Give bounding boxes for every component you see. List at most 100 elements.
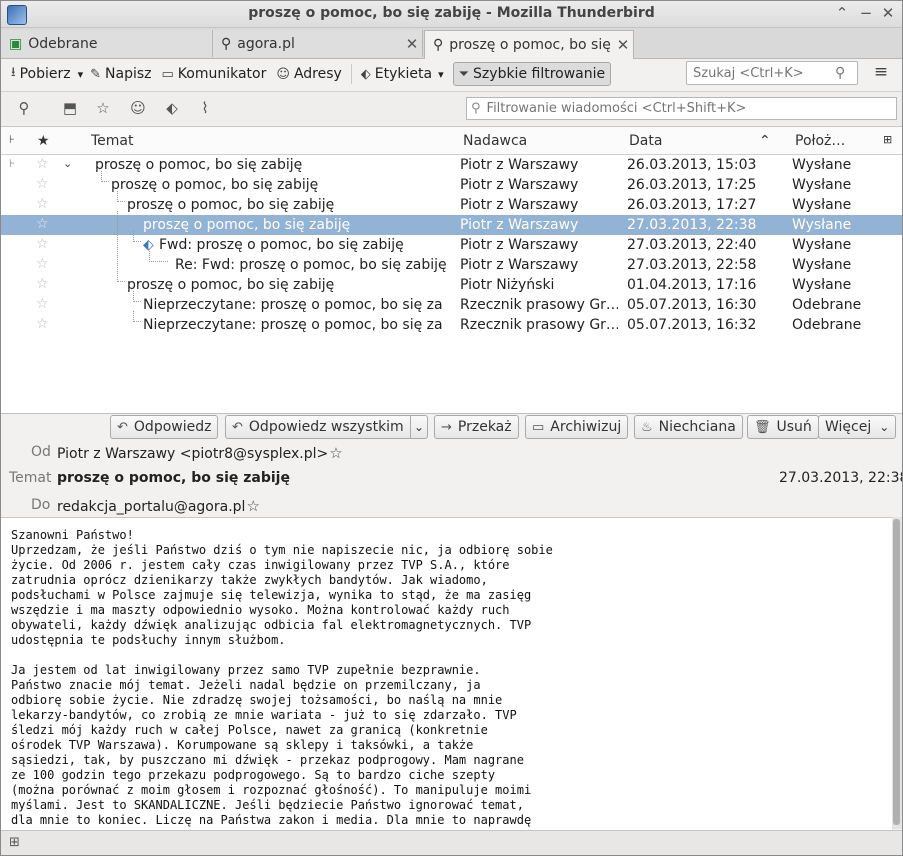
unread-filter-icon[interactable]: ⬒: [59, 99, 81, 119]
star-icon[interactable]: ☆: [36, 216, 49, 232]
column-location[interactable]: Położ…: [795, 133, 845, 149]
forward-label: Przekaż: [457, 419, 512, 435]
star-filter-icon[interactable]: ☆: [92, 99, 114, 119]
forward-arrow-icon: →: [441, 419, 452, 435]
reply-all-button[interactable]: ↶ Odpowiedz wszystkim: [225, 415, 411, 439]
thread-column-icon[interactable]: ⊦: [9, 133, 15, 146]
get-mail-label: Pobierz: [19, 66, 71, 82]
row-folder: Wysłane: [792, 257, 852, 273]
reply-label: Odpowiedz: [133, 419, 212, 435]
star-icon[interactable]: ☆: [246, 497, 259, 515]
get-mail-dropdown[interactable]: ▾: [76, 62, 86, 86]
hamburger-menu-icon[interactable]: ≡: [869, 62, 893, 84]
thread-header: ⊦ ★ Temat Nadawca Data ⌃ Położ… ⊞: [1, 127, 902, 155]
row-folder: Wysłane: [792, 217, 852, 233]
quick-filter-button[interactable]: ⏷ Szybkie filtrowanie: [452, 62, 612, 86]
chevron-down-icon[interactable]: ⌄: [63, 157, 72, 170]
star-column-icon[interactable]: ★: [37, 133, 50, 149]
star-icon[interactable]: ☆: [36, 276, 49, 292]
close-icon[interactable]: ✕: [879, 4, 897, 22]
tab-current-thread[interactable]: ⚲ proszę o pomoc, bo się zabiję ✕: [424, 30, 634, 59]
reply-button[interactable]: ↶ Odpowiedz: [110, 415, 219, 439]
star-icon[interactable]: ☆: [36, 316, 49, 332]
write-button[interactable]: ✎ Napisz: [85, 62, 156, 86]
table-row[interactable]: ☆ Re: Fwd: proszę o pomoc, bo się zabiję…: [1, 255, 902, 275]
row-date: 27.03.2013, 22:58: [627, 257, 757, 273]
archive-icon: ▭: [532, 419, 545, 435]
row-subject: proszę o pomoc, bo się zabiję: [127, 277, 335, 293]
star-icon[interactable]: ☆: [36, 176, 49, 192]
write-label: Napisz: [105, 66, 152, 82]
subject-label: Temat: [9, 470, 52, 486]
star-icon[interactable]: ☆: [36, 296, 49, 312]
tab-label: agora.pl: [237, 35, 295, 52]
tag-filter-icon[interactable]: ⬖: [161, 99, 183, 119]
minimize-icon[interactable]: −: [857, 4, 875, 22]
thunderbird-window: proszę o pomoc, bo się zabiję - Mozilla …: [0, 0, 903, 856]
table-row[interactable]: ☆ proszę o pomoc, bo się zabiję Piotr z …: [1, 195, 902, 215]
window-title: proszę o pomoc, bo się zabiję - Mozilla …: [248, 5, 655, 21]
funnel-icon: ⏷: [458, 66, 470, 82]
from-value: Piotr z Warszawy <piotr8@sysplex.pl>: [57, 446, 329, 462]
row-date: 27.03.2013, 22:38: [627, 217, 757, 233]
row-subject: proszę o pomoc, bo się zabiję: [127, 197, 335, 213]
row-from: Piotr z Warszawy: [460, 217, 579, 233]
chat-button[interactable]: ▭ Komunikator: [157, 62, 272, 86]
close-tab-icon[interactable]: ✕: [402, 35, 422, 53]
attachment-filter-icon[interactable]: ⌇: [194, 99, 216, 119]
global-search-input[interactable]: [691, 64, 835, 82]
thread-pane: ⊦ ★ Temat Nadawca Data ⌃ Położ… ⊞ ⊦ ☆ ⌄ …: [1, 127, 902, 414]
more-button[interactable]: Więcej ⌄: [818, 415, 897, 439]
column-from[interactable]: Nadawca: [463, 133, 527, 149]
message-body[interactable]: Szanowni Państwo! Uprzedzam, że jeśli Pa…: [1, 517, 892, 830]
thread-line: [117, 211, 125, 282]
star-icon[interactable]: ☆: [36, 236, 49, 252]
star-icon[interactable]: ☆: [36, 256, 49, 272]
row-date: 26.03.2013, 17:27: [627, 197, 757, 213]
get-mail-button[interactable]: ⭳ Pobierz: [6, 62, 76, 86]
row-subject: Fwd: proszę o pomoc, bo się zabiję: [159, 237, 404, 253]
row-subject: proszę o pomoc, bo się zabiję: [95, 157, 303, 173]
pin-icon[interactable]: ⚲: [13, 99, 35, 119]
to-field[interactable]: redakcja_portalu@agora.pl☆: [57, 497, 260, 515]
message-filter-input[interactable]: [484, 100, 892, 117]
from-field[interactable]: Piotr z Warszawy <piotr8@sysplex.pl>☆: [57, 444, 343, 462]
row-date: 27.03.2013, 22:40: [627, 237, 757, 253]
chevron-up-icon[interactable]: ⌃: [833, 4, 851, 22]
address-book-button[interactable]: ☺ Adresy: [271, 62, 346, 86]
star-icon[interactable]: ☆: [329, 444, 342, 462]
sort-ascending-icon: ⌃: [759, 133, 771, 149]
chevron-down-icon: ▾: [438, 67, 444, 81]
inbox-icon: ▣: [9, 35, 23, 52]
junk-button[interactable]: ♨ Niechciana: [634, 415, 743, 439]
chevron-down-icon: ▾: [77, 67, 84, 81]
star-icon[interactable]: ☆: [36, 196, 49, 212]
tag-button[interactable]: ⬖ Etykieta ▾: [356, 62, 449, 86]
body-scrollbar[interactable]: [892, 517, 902, 829]
scrollbar-thumb[interactable]: [893, 519, 900, 825]
reply-all-dropdown[interactable]: ⌄: [410, 415, 429, 439]
star-icon[interactable]: ☆: [36, 156, 49, 172]
table-row[interactable]: ☆ proszę o pomoc, bo się zabiję Piotr z …: [1, 175, 902, 195]
table-row[interactable]: ☆ Nieprzeczytane: proszę o pomoc, bo się…: [1, 315, 902, 335]
tab-odebrane[interactable]: ▣ Odebrane: [1, 30, 213, 57]
column-subject[interactable]: Temat: [91, 133, 134, 149]
column-date[interactable]: Data: [629, 133, 662, 149]
column-picker-icon[interactable]: ⊞: [883, 133, 892, 146]
archive-button[interactable]: ▭ Archiwizuj: [525, 415, 629, 439]
table-row[interactable]: ⊦ ☆ ⌄ proszę o pomoc, bo się zabiję Piot…: [1, 155, 902, 175]
contact-filter-icon[interactable]: ☺: [127, 99, 149, 119]
close-tab-icon[interactable]: ✕: [613, 36, 633, 54]
status-icon[interactable]: ⊞: [9, 835, 20, 850]
search-icon[interactable]: ⚲: [835, 65, 845, 81]
tab-label: Odebrane: [28, 35, 98, 52]
tab-agora[interactable]: ⚲ agora.pl ✕: [213, 30, 423, 57]
row-date: 26.03.2013, 15:03: [627, 157, 757, 173]
row-from: Rzecznik prasowy Gr…: [460, 317, 618, 333]
date-value: 27.03.2013, 22:38: [779, 470, 903, 486]
chat-label: Komunikator: [177, 66, 267, 82]
row-folder: Odebrane: [792, 297, 862, 313]
delete-button[interactable]: 🗑 Usuń: [747, 415, 819, 439]
forward-button[interactable]: → Przekaż: [434, 415, 519, 439]
table-row[interactable]: ☆ ⬖ Fwd: proszę o pomoc, bo się zabiję P…: [1, 235, 902, 255]
